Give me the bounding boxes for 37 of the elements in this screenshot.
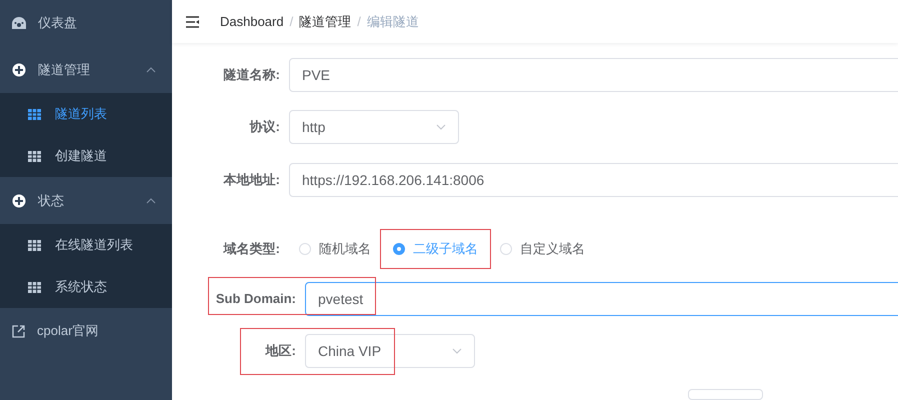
- field-label: 域名类型:: [222, 240, 281, 258]
- submenu-item[interactable]: 在线隧道列表: [55, 235, 133, 255]
- grid-icon: [28, 282, 41, 292]
- sidebar-item-label: 仪表盘: [38, 14, 77, 32]
- grid-icon: [28, 150, 41, 162]
- breadcrumb-separator: /: [357, 12, 361, 31]
- input-field[interactable]: https://192.168.206.141:8006: [289, 163, 898, 197]
- radio-option[interactable]: 随机域名: [289, 230, 381, 268]
- breadcrumb-item: 编辑隧道: [366, 12, 419, 31]
- chevron-down-icon: [452, 348, 462, 354]
- circle-icon: [12, 62, 26, 76]
- submenu-item[interactable]: 隧道列表: [55, 104, 107, 124]
- menu-group-label[interactable]: 状态: [38, 190, 64, 210]
- field-label: 隧道名称:: [222, 66, 281, 84]
- grid-icon: [28, 240, 41, 250]
- breadcrumb-item[interactable]: 隧道管理: [299, 12, 352, 32]
- chevron-down-icon: [436, 124, 446, 130]
- external-link-icon: [12, 324, 25, 338]
- sidebar-item-label: cpolar官网: [37, 322, 98, 340]
- input-field[interactable]: PVE: [289, 58, 898, 92]
- menu-icon[interactable]: [186, 16, 200, 28]
- select-field[interactable]: China VIP: [305, 334, 475, 368]
- field-label: 本地地址:: [222, 171, 281, 190]
- grid-icon: [28, 108, 41, 120]
- select-field[interactable]: http: [289, 110, 459, 144]
- menu-group-label[interactable]: 隧道管理: [38, 60, 90, 80]
- radio-option[interactable]: 自定义域名: [490, 230, 595, 268]
- gauge-icon: [12, 17, 26, 29]
- submenu-item[interactable]: 创建隧道: [55, 146, 107, 166]
- breadcrumb-separator: /: [290, 12, 294, 31]
- circle-icon: [12, 194, 26, 208]
- field-label: 协议:: [248, 118, 281, 136]
- breadcrumb-item[interactable]: Dashboard: [220, 12, 284, 32]
- submenu-item[interactable]: 系统状态: [55, 277, 107, 297]
- input-field[interactable]: pvetest: [305, 282, 898, 316]
- field-label: Sub Domain:: [214, 290, 297, 308]
- field-label: 地区:: [264, 342, 297, 360]
